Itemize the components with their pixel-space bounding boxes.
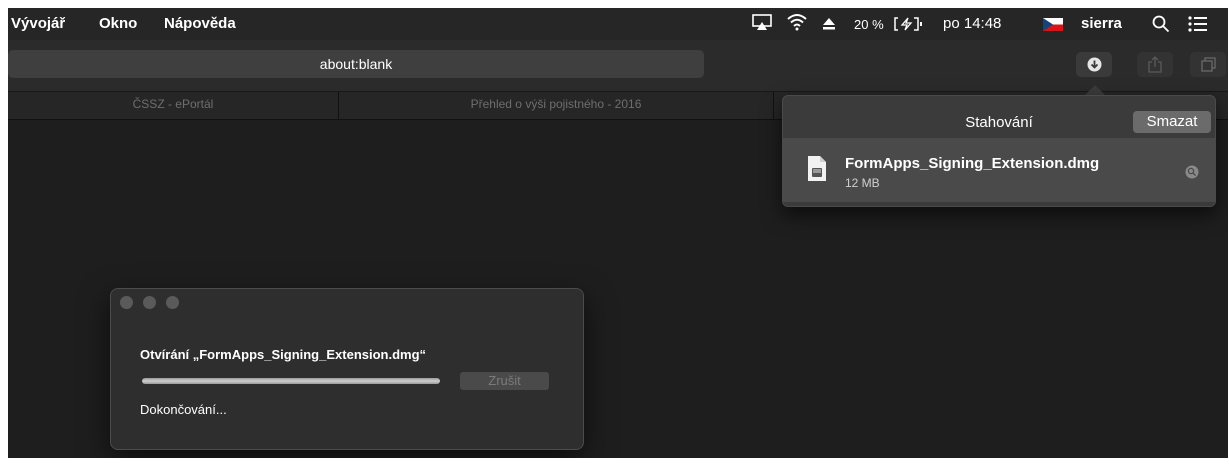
share-icon xyxy=(1148,56,1162,73)
share-button[interactable] xyxy=(1137,52,1173,77)
airplay-icon[interactable] xyxy=(752,14,772,32)
dmg-file-icon xyxy=(808,156,826,181)
menu-help[interactable]: Nápověda xyxy=(164,15,236,32)
eject-icon[interactable] xyxy=(822,17,836,31)
minimize-window-button[interactable] xyxy=(143,296,156,309)
zoom-window-button[interactable] xyxy=(166,296,179,309)
download-size: 12 MB xyxy=(845,176,880,190)
downloads-button[interactable] xyxy=(1076,52,1112,77)
battery-percentage: 20 % xyxy=(854,17,884,32)
browser-toolbar: about:blank xyxy=(8,40,1228,92)
opening-dialog: Otvírání „FormApps_Signing_Extension.dmg… xyxy=(110,288,584,450)
download-item[interactable]: FormApps_Signing_Extension.dmg 12 MB xyxy=(783,138,1215,202)
download-arrow-icon xyxy=(1087,57,1102,72)
user-name[interactable]: sierra xyxy=(1081,15,1122,32)
reveal-in-finder-icon[interactable] xyxy=(1185,165,1199,179)
menu-developer[interactable]: Vývojář xyxy=(11,15,65,32)
wifi-icon[interactable] xyxy=(786,13,808,31)
screen: Vývojář Okno Nápověda 20 % po 14:48 sier… xyxy=(8,8,1228,458)
progress-fill xyxy=(142,378,440,384)
show-tabs-button[interactable] xyxy=(1190,52,1226,77)
downloads-popover: Stahování Smazat FormApps_Signing_Extens… xyxy=(782,95,1216,207)
tab-cssz-eportal[interactable]: ČSSZ - ePortál xyxy=(8,92,339,119)
clear-downloads-button[interactable]: Smazat xyxy=(1133,111,1211,133)
progress-bar xyxy=(142,378,440,384)
clock[interactable]: po 14:48 xyxy=(943,15,1001,32)
czech-flag-icon[interactable] xyxy=(1043,18,1063,31)
address-bar[interactable]: about:blank xyxy=(8,50,704,78)
close-window-button[interactable] xyxy=(120,296,133,309)
cancel-button[interactable]: Zrušit xyxy=(460,372,549,390)
notification-list-icon[interactable] xyxy=(1188,16,1208,32)
address-text: about:blank xyxy=(319,56,393,72)
download-filename: FormApps_Signing_Extension.dmg xyxy=(845,155,1100,172)
menu-bar: Vývojář Okno Nápověda 20 % po 14:48 sier… xyxy=(8,8,1228,40)
tab-overview-icon xyxy=(1201,57,1216,72)
tab-label: ČSSZ - ePortál xyxy=(132,97,214,111)
menu-window[interactable]: Okno xyxy=(99,15,137,32)
status-text: Dokončování... xyxy=(140,402,227,417)
dialog-title: Otvírání „FormApps_Signing_Extension.dmg… xyxy=(140,347,427,362)
search-icon[interactable] xyxy=(1152,15,1170,33)
tab-prehled-pojistneho[interactable]: Přehled o výši pojistného - 2016 xyxy=(339,92,774,119)
tab-label: Přehled o výši pojistného - 2016 xyxy=(470,97,642,111)
battery-charging-icon[interactable] xyxy=(894,16,924,32)
